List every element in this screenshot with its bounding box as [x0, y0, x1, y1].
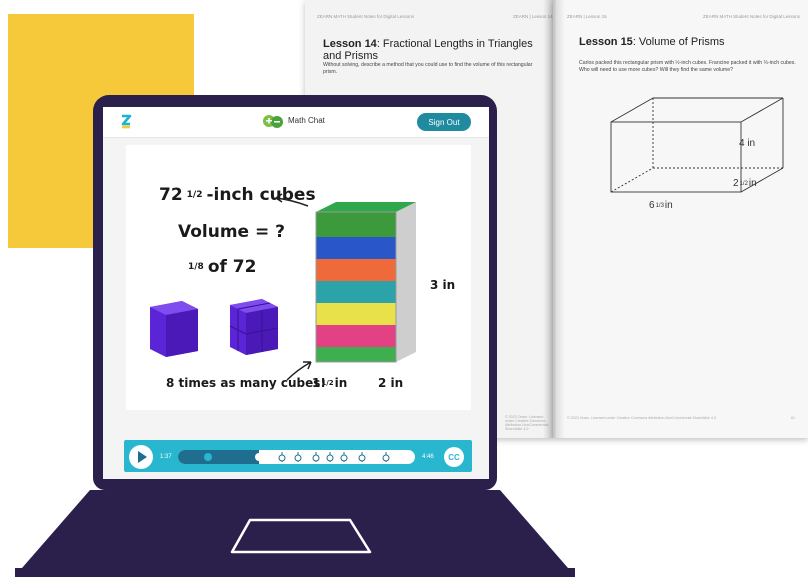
- right-page-body-line: Carlos packed this rectangular prism wit…: [579, 60, 796, 66]
- right-prism-length-whole: 6: [649, 200, 655, 211]
- captions-button[interactable]: CC: [444, 447, 464, 467]
- total-time: 4:46: [422, 454, 434, 460]
- right-prism-length-label: 6 1/3 in: [649, 200, 673, 211]
- right-page-lesson-tag: ZEARN | Lesson 15: [567, 14, 607, 19]
- board-cube-fraction: 1/2: [186, 190, 203, 200]
- left-page-title-bold: Lesson 14: [323, 38, 377, 50]
- left-page-header: ZEARN MATH Student Notes for Digital Les…: [317, 14, 414, 19]
- board-volume-question: Volume = ?: [178, 222, 286, 242]
- right-prism-length-unit: in: [664, 200, 673, 211]
- left-page-body-line: prism.: [323, 69, 338, 75]
- left-page-body-line: Without solving, describe a method that …: [323, 62, 533, 68]
- board-arrow-icon: [275, 193, 309, 207]
- play-button[interactable]: [129, 445, 153, 469]
- right-page-number: 61: [791, 416, 795, 420]
- math-chat-icon[interactable]: [262, 113, 284, 129]
- right-prism-depth-label: 2 1/2 in: [733, 178, 757, 189]
- workbook-spine: [543, 0, 565, 438]
- board-line-fraction: 1/8 of 72: [188, 257, 256, 277]
- left-page-title: Lesson 14: Fractional Lengths in Triangl…: [323, 38, 553, 62]
- right-page-body: Carlos packed this rectangular prism wit…: [579, 60, 804, 74]
- right-page-title: Lesson 15: Volume of Prisms: [579, 36, 725, 48]
- elapsed-time: 1:37: [160, 454, 172, 460]
- math-chat-label[interactable]: Math Chat: [288, 116, 325, 125]
- scrubber-handle[interactable]: [255, 453, 263, 461]
- right-page-title-bold: Lesson 15: [579, 36, 633, 48]
- right-page-header: ZEARN MATH Student Notes for Digital Les…: [703, 14, 800, 19]
- tower-width-unit: in: [334, 376, 348, 390]
- cube-tower-image: [315, 202, 416, 363]
- left-page-body: Without solving, describe a method that …: [323, 62, 548, 76]
- purple-single-cube-icon: [150, 301, 198, 357]
- right-prism-depth-unit: in: [748, 178, 757, 189]
- right-page-body-line: Who will need to use more cubes? Will th…: [579, 67, 733, 73]
- tower-width-whole: 1: [312, 376, 321, 390]
- right-prism-height-label: 4 in: [739, 138, 756, 149]
- sign-out-button[interactable]: Sign Out: [417, 113, 471, 131]
- progress-marker: [204, 453, 212, 461]
- laptop-base: [15, 490, 575, 577]
- board-eighth-fraction: 1/8: [188, 262, 204, 272]
- tower-width-frac: 1/2: [321, 379, 334, 387]
- play-icon: [138, 451, 147, 463]
- board-of-72: of 72: [207, 257, 257, 277]
- right-prism-depth-frac: 1/2: [739, 180, 748, 187]
- board-cube-count: 72: [159, 185, 183, 205]
- chapter-markers[interactable]: [270, 448, 420, 466]
- rectangular-prism-diagram: [610, 97, 784, 193]
- tower-width-label: 1 1/2 in: [312, 376, 347, 390]
- right-prism-length-frac: 1/3: [655, 202, 664, 209]
- right-page-footer: © 2023 Zearn. Licensed under Creative Co…: [567, 416, 716, 420]
- zearn-logo-icon[interactable]: [119, 113, 133, 131]
- right-page-title-rest: : Volume of Prisms: [632, 36, 725, 48]
- tower-height-label: 3 in: [430, 278, 456, 292]
- right-prism-depth-whole: 2: [733, 178, 739, 189]
- video-progress-fill: [178, 450, 259, 464]
- purple-split-cube-icon: [229, 299, 279, 355]
- tower-depth-label: 2 in: [378, 376, 404, 390]
- workbook-right-page: ZEARN | Lesson 15 ZEARN MATH Student Not…: [553, 0, 808, 438]
